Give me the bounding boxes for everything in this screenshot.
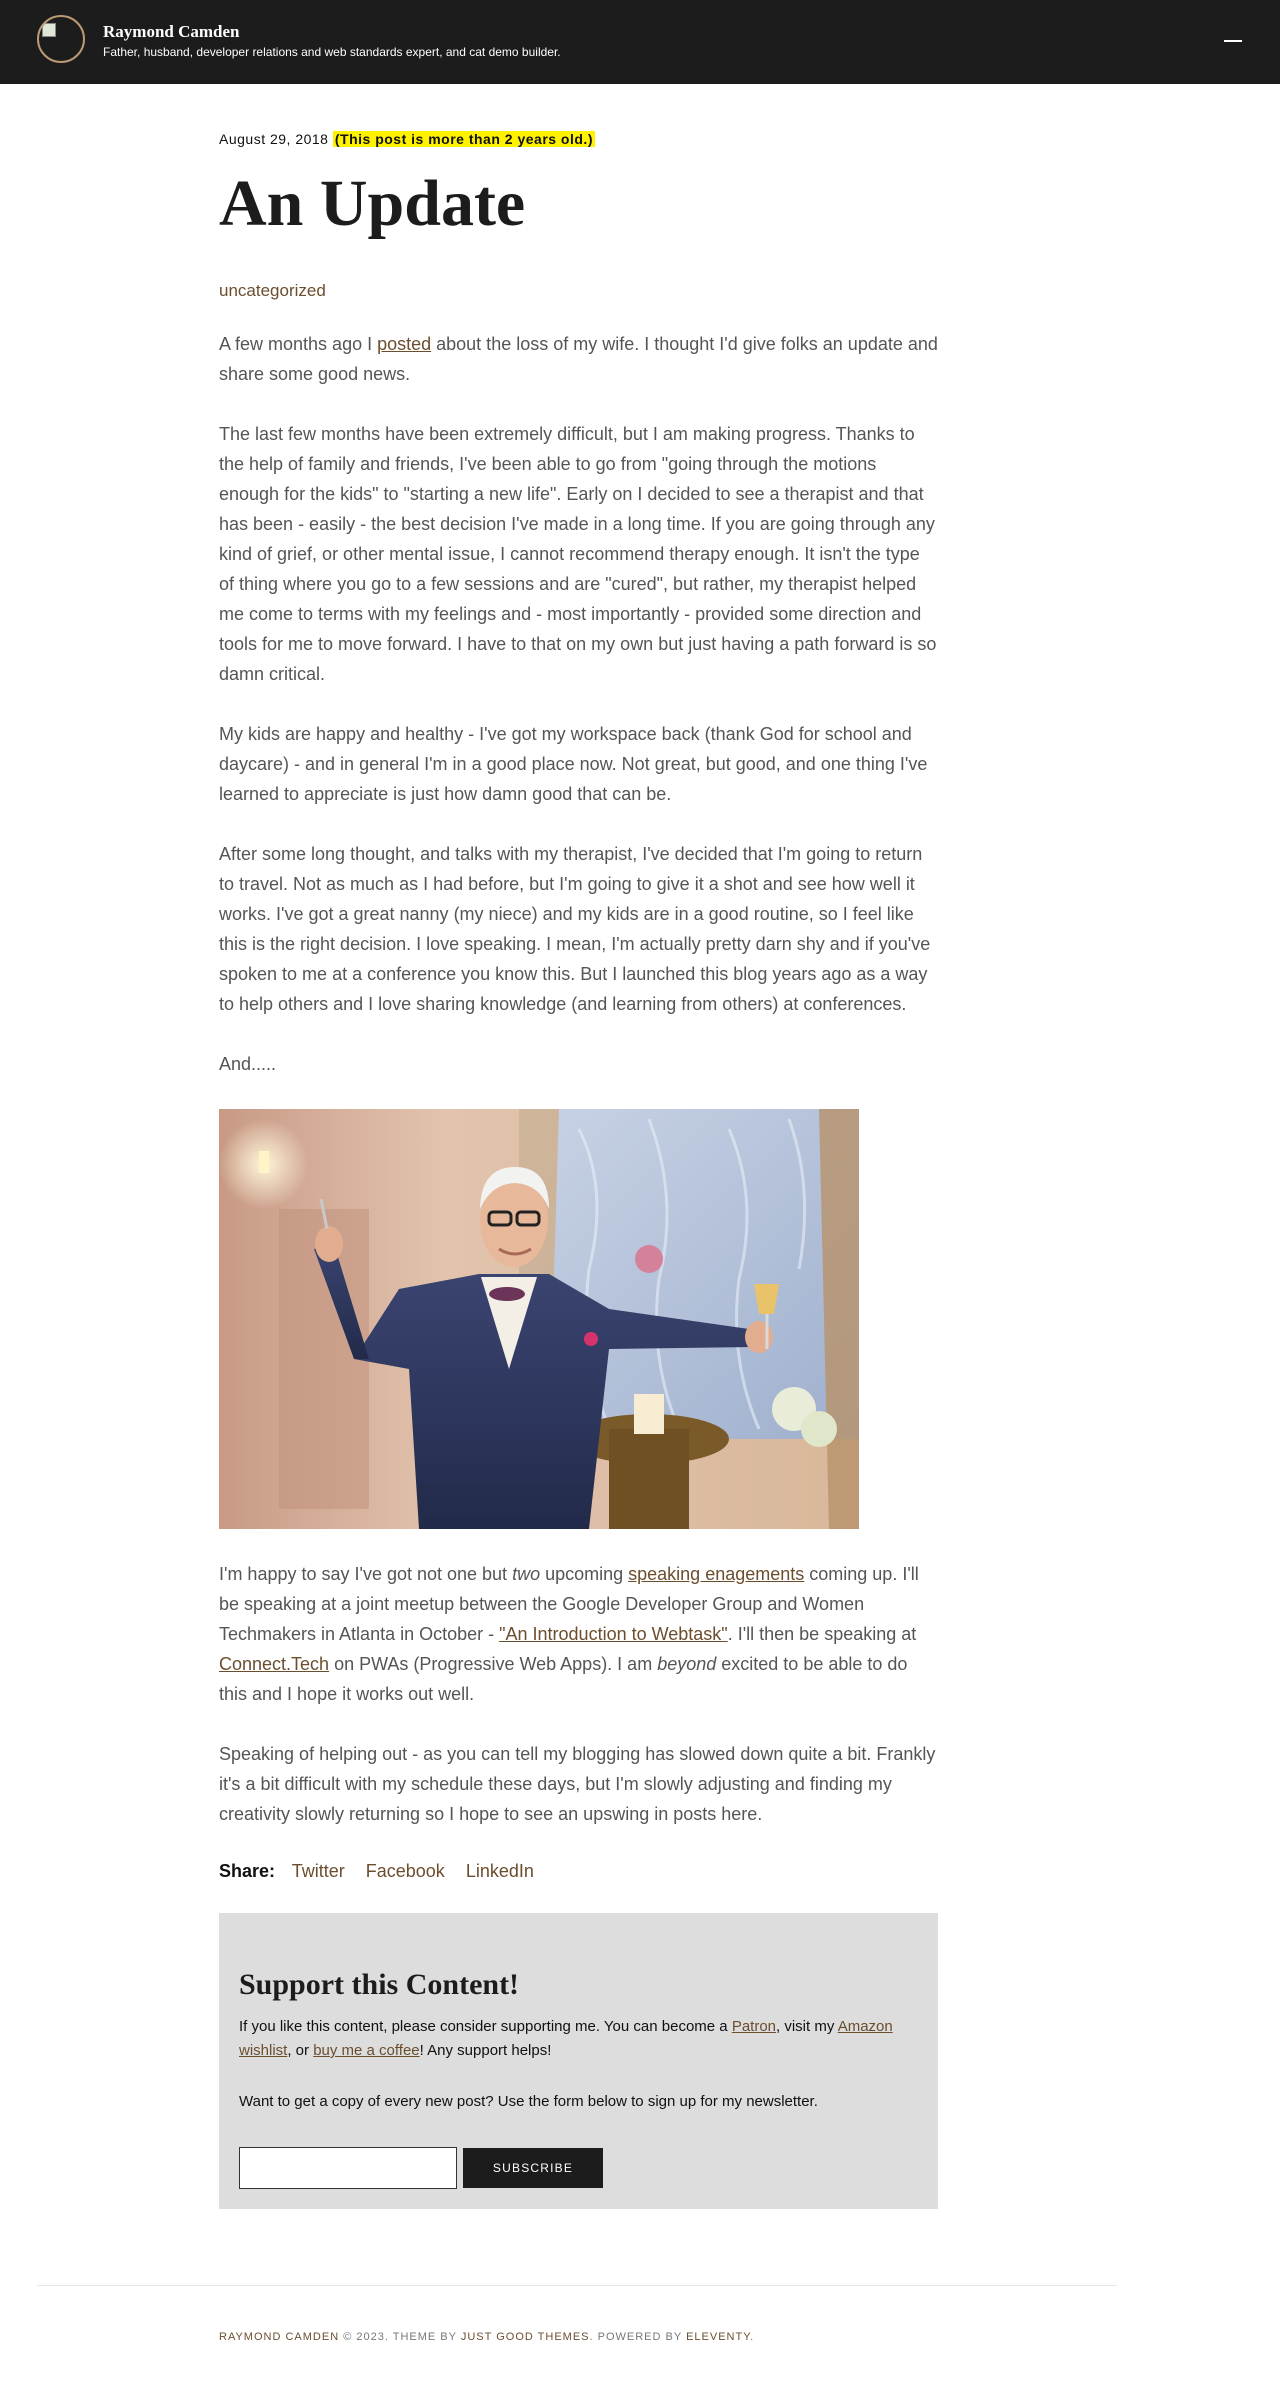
post-meta: August 29, 2018 (This post is more than … [219,130,938,148]
paragraph: After some long thought, and talks with … [219,844,931,1014]
share-facebook-link[interactable]: Facebook [366,1861,445,1881]
buy-coffee-link[interactable]: buy me a coffee [313,2042,419,2059]
celebration-photo [219,1109,859,1529]
share-label: Share: [219,1861,276,1881]
site-header: Raymond Camden Father, husband, develope… [0,0,1280,84]
support-heading: Support this Content! [239,1968,520,2001]
post-body: A few months ago I posted about the loss… [219,329,938,1829]
post-title: An Update [219,167,526,240]
site-tagline: Father, husband, developer relations and… [103,45,561,59]
avatar[interactable] [37,15,85,63]
subscribe-button[interactable]: SUBSCRIBE [463,2148,603,2188]
site-title[interactable]: Raymond Camden [103,22,561,42]
support-text: If you like this content, please conside… [239,2018,893,2059]
main-content: August 29, 2018 (This post is more than … [219,130,938,2209]
paragraph: A few months ago I posted about the loss… [219,334,938,384]
broken-image-icon [42,23,56,37]
footer-engine-link[interactable]: Eleventy [686,2331,750,2343]
post-category-link[interactable]: uncategorized [219,281,326,301]
paragraph: Speaking of helping out - as you can tel… [219,1744,936,1824]
support-box: Support this Content! If you like this c… [219,1913,938,2209]
footer-theme-link[interactable]: Just Good Themes [461,2331,590,2343]
share-twitter-link[interactable]: Twitter [292,1861,345,1881]
paragraph: And..... [219,1054,277,1074]
paragraph: I'm happy to say I've got not one but tw… [219,1564,919,1704]
hamburger-icon[interactable] [1224,40,1242,42]
patron-link[interactable]: Patron [732,2018,776,2035]
newsletter-text: Want to get a copy of every new post? Us… [239,2093,818,2110]
paragraph: The last few months have been extremely … [219,424,937,684]
post-date: August 29, 2018 [219,131,329,147]
share-linkedin-link[interactable]: LinkedIn [466,1861,534,1881]
site-footer: Raymond Camden © 2023. Theme by Just Goo… [219,2331,755,2343]
webtask-talk-link[interactable]: "An Introduction to Webtask" [499,1624,728,1644]
paragraph: My kids are happy and healthy - I've got… [219,724,928,804]
connect-tech-link[interactable]: Connect.Tech [219,1654,329,1674]
site-branding: Raymond Camden Father, husband, develope… [103,22,561,60]
footer-author-link[interactable]: Raymond Camden [219,2331,339,2343]
post-age-notice: (This post is more than 2 years old.) [332,131,595,147]
share-bar: Share: Twitter Facebook LinkedIn [219,1859,938,1883]
posted-link[interactable]: posted [377,334,431,354]
newsletter-email-input[interactable] [239,2147,457,2189]
newsletter-form: SUBSCRIBE [239,2147,603,2189]
footer-divider [37,2285,1117,2286]
speaking-engagements-link[interactable]: speaking enagements [628,1564,804,1584]
